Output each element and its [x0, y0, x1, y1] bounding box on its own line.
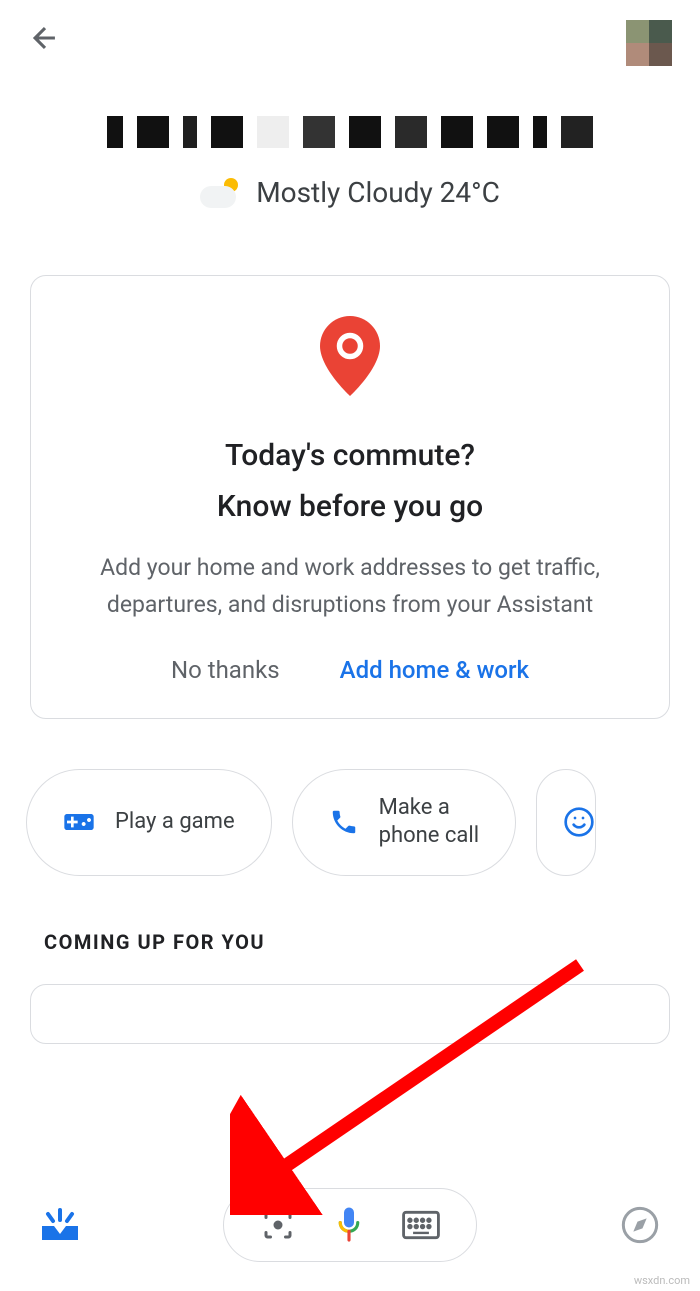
smile-icon: [563, 806, 595, 838]
coming-up-card[interactable]: [30, 984, 670, 1044]
profile-avatar[interactable]: [626, 20, 672, 66]
chip-label: Make a phone call: [379, 794, 479, 851]
chip-emoji[interactable]: [536, 769, 596, 876]
weather-text: Mostly Cloudy 24°C: [256, 176, 500, 209]
input-pill: [223, 1188, 477, 1262]
back-button[interactable]: [28, 21, 62, 65]
add-home-work-button[interactable]: Add home & work: [340, 656, 529, 684]
home-button[interactable]: [40, 1208, 80, 1242]
bottom-bar: [0, 1175, 700, 1275]
card-body: Add your home and work addresses to get …: [61, 550, 639, 624]
map-pin-icon: [320, 316, 380, 396]
compass-icon: [620, 1205, 660, 1245]
lens-icon: [260, 1207, 296, 1243]
section-coming-up: COMING UP FOR YOU: [0, 876, 700, 954]
commute-card: Today's commute?Know before you go Add y…: [30, 275, 670, 719]
chip-label: Play a game: [115, 808, 235, 837]
mic-icon: [334, 1205, 364, 1245]
weather-cloudy-icon: [200, 178, 240, 208]
phone-icon: [329, 807, 359, 837]
location-redacted: [0, 116, 700, 148]
gamepad-icon: [63, 806, 95, 838]
keyboard-button[interactable]: [402, 1210, 440, 1240]
card-title: Today's commute?Know before you go: [61, 430, 639, 532]
chip-phone-call[interactable]: Make a phone call: [292, 769, 516, 876]
mic-button[interactable]: [334, 1205, 364, 1245]
watermark: wsxdn.com: [634, 1274, 690, 1287]
chip-play-game[interactable]: Play a game: [26, 769, 272, 876]
no-thanks-button[interactable]: No thanks: [171, 656, 280, 684]
arrow-left-icon: [28, 21, 62, 55]
lens-button[interactable]: [260, 1207, 296, 1243]
keyboard-icon: [402, 1210, 440, 1240]
inbox-spark-icon: [40, 1208, 80, 1242]
explore-button[interactable]: [620, 1205, 660, 1245]
